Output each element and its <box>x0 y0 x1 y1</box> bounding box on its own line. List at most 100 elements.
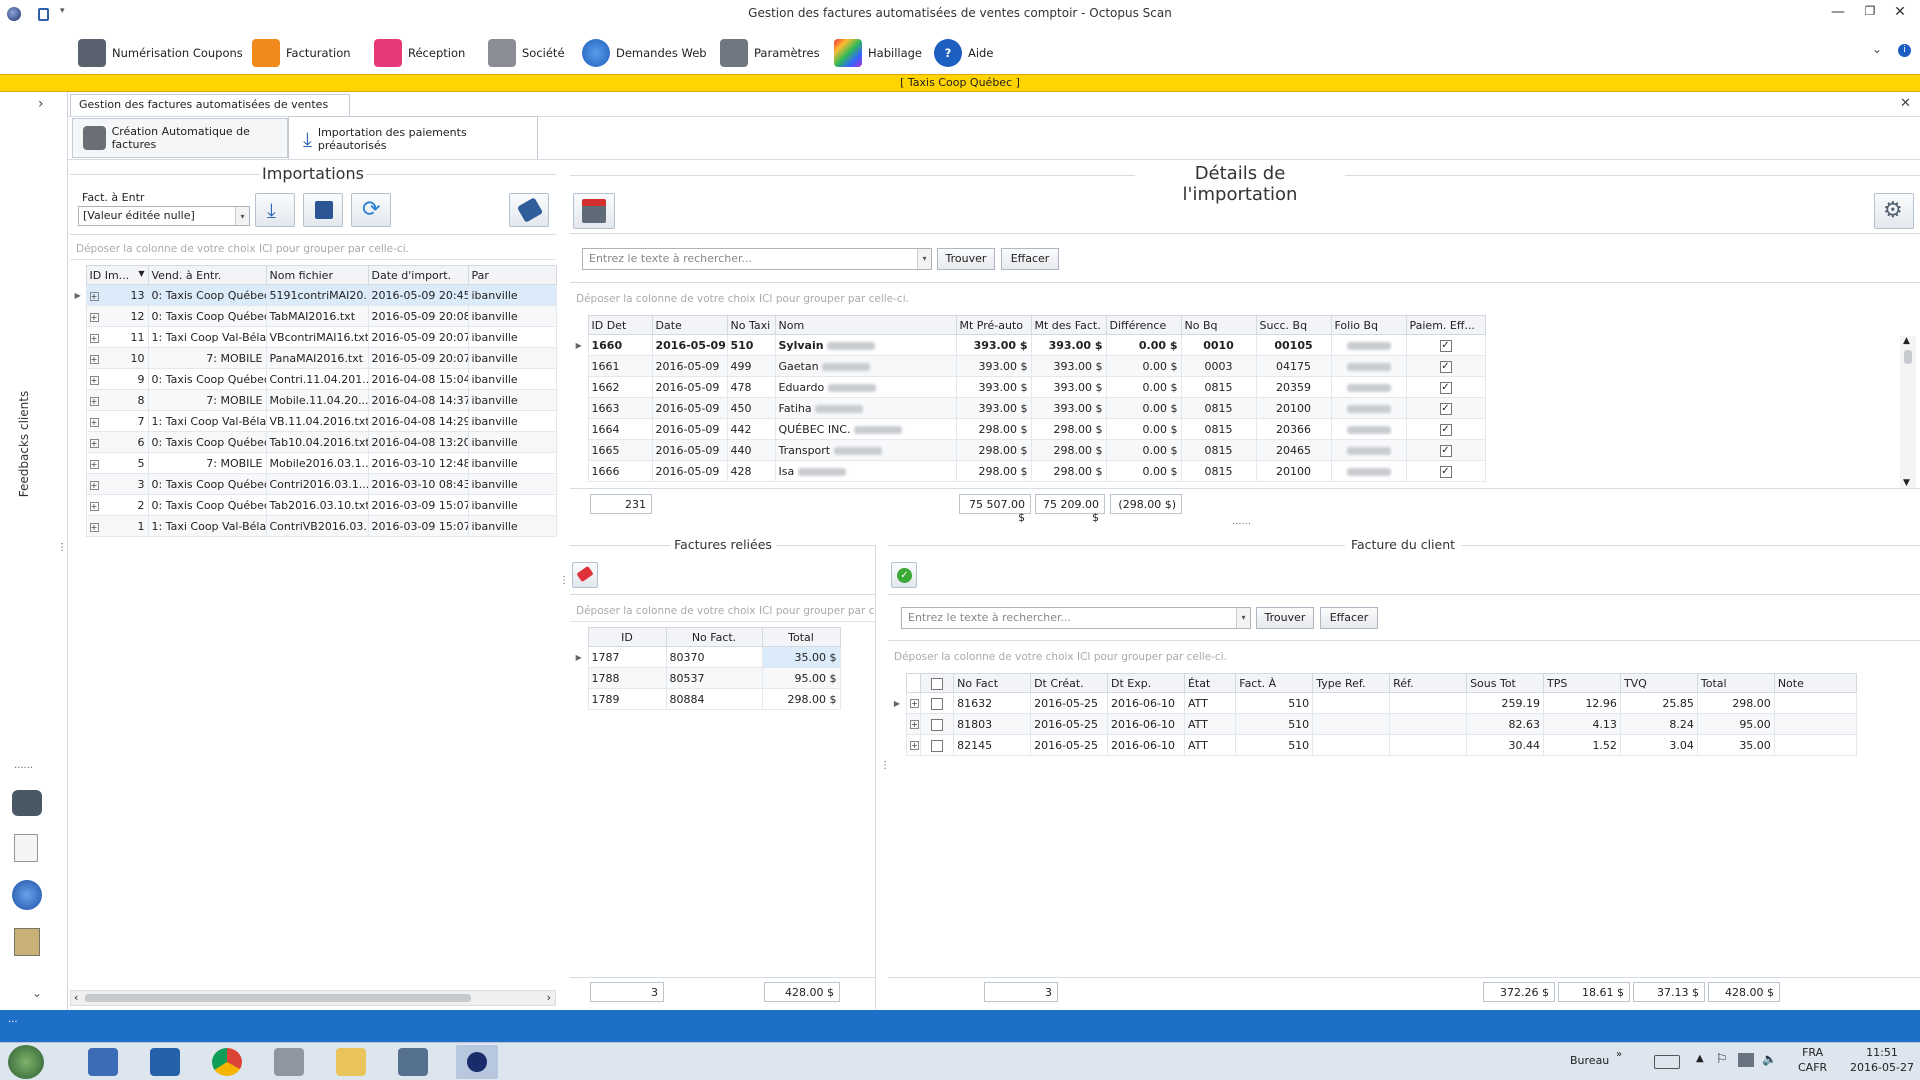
details-clear-button[interactable]: Effacer <box>1001 248 1059 270</box>
server-manager-icon[interactable] <box>88 1048 118 1076</box>
col-sous-tot[interactable]: Sous Tot <box>1466 673 1544 693</box>
facture-client-grid[interactable]: No Fact Dt Créat. Dt Exp. État Fact. À T… <box>888 673 1858 756</box>
horizontal-splitter-grip[interactable]: ...... <box>1232 516 1251 527</box>
col-total[interactable]: Total <box>1696 673 1775 693</box>
col-total[interactable]: Total <box>761 627 841 647</box>
expand-row-icon[interactable]: + <box>89 480 99 490</box>
col-vend-entr[interactable]: Vend. à Entr. <box>147 265 267 285</box>
col-mt-pre-auto[interactable]: Mt Pré-auto <box>955 315 1032 335</box>
language-indicator[interactable]: FRA CAFR <box>1798 1045 1827 1075</box>
expand-row-icon[interactable]: + <box>89 354 99 364</box>
menu-reception[interactable]: Réception <box>374 36 465 70</box>
tools-app-icon[interactable] <box>274 1048 304 1076</box>
chevron-down-icon[interactable]: ▾ <box>1236 608 1250 628</box>
col-no-bq[interactable]: No Bq <box>1180 315 1257 335</box>
restore-button[interactable]: ❐ <box>1856 4 1884 24</box>
tab-creation-automatique[interactable]: Création Automatique de factures <box>72 118 288 158</box>
table-row[interactable]: +6 0: Taxis Coop Québec Tab10.04.2016.tx… <box>70 431 557 453</box>
network-icon[interactable] <box>1738 1053 1754 1067</box>
info-icon[interactable]: i <box>1898 44 1911 57</box>
row-checkbox[interactable] <box>931 697 944 710</box>
col-note[interactable]: Note <box>1773 673 1858 693</box>
expand-row-icon[interactable]: + <box>89 522 99 532</box>
table-row[interactable]: 1662 2016-05-09 478 Eduardo 393.00 $ 393… <box>570 376 1486 398</box>
flag-icon[interactable]: ⚐ <box>1716 1052 1728 1067</box>
keyboard-icon[interactable] <box>1654 1055 1680 1069</box>
splitter-grip[interactable]: ...... <box>14 760 33 771</box>
importations-hscrollbar[interactable]: ‹ › <box>70 990 556 1006</box>
menu-societe[interactable]: Société <box>488 36 565 70</box>
col-nom[interactable]: Nom <box>774 315 957 335</box>
paiement-checkbox[interactable]: ✓ <box>1439 339 1452 352</box>
tab-importation-paiements[interactable]: ⤓ Importation des paiements préautorisés <box>288 116 538 160</box>
table-row[interactable]: 1665 2016-05-09 440 Transport 298.00 $ 2… <box>570 439 1486 461</box>
table-row[interactable]: +12 0: Taxis Coop Québec TabMAI2016.txt … <box>70 305 557 327</box>
toolbar-expand-icon[interactable]: » <box>1616 1049 1622 1060</box>
expand-row-icon[interactable]: + <box>89 312 99 322</box>
col-id[interactable]: ID <box>587 627 667 647</box>
expand-row-icon[interactable]: + <box>909 720 919 729</box>
expand-row-icon[interactable]: + <box>89 417 99 427</box>
col-tvq[interactable]: TVQ <box>1619 673 1698 693</box>
file-explorer-icon[interactable] <box>336 1048 366 1076</box>
refresh-button[interactable]: ⟳ <box>351 193 391 227</box>
fact-entr-select[interactable]: [Valeur éditée nulle] ▾ <box>78 206 250 226</box>
expand-row-icon[interactable]: + <box>89 396 99 406</box>
vertical-splitter-grip[interactable]: ⋯ <box>558 575 569 585</box>
paiement-checkbox[interactable]: ✓ <box>1439 465 1452 478</box>
expand-sidebar-icon[interactable]: › <box>38 96 44 112</box>
expand-row-icon[interactable]: + <box>89 438 99 448</box>
table-row[interactable]: 1661 2016-05-09 499 Gaetan 393.00 $ 393.… <box>570 355 1486 377</box>
expand-row-icon[interactable]: + <box>909 741 919 750</box>
col-tps[interactable]: TPS <box>1543 673 1621 693</box>
close-document-icon[interactable]: ✕ <box>1900 96 1911 111</box>
scroll-thumb[interactable] <box>85 994 471 1002</box>
menu-numerisation-coupons[interactable]: Numérisation Coupons <box>78 36 243 70</box>
scroll-up-icon[interactable]: ▲ <box>1903 336 1910 346</box>
checklist-icon[interactable] <box>14 834 38 862</box>
table-row[interactable]: +8 7: MOBILE Mobile.11.04.20... 2016-04-… <box>70 389 557 411</box>
paiement-checkbox[interactable]: ✓ <box>1439 360 1452 373</box>
vertical-splitter-grip-2[interactable]: ⋯ <box>879 760 890 770</box>
table-row[interactable]: +9 0: Taxis Coop Québec Contri.11.04.201… <box>70 368 557 390</box>
powershell-icon[interactable] <box>150 1048 180 1076</box>
expand-row-icon[interactable]: + <box>89 501 99 511</box>
expand-row-icon[interactable]: + <box>89 333 99 343</box>
tray-expand-icon[interactable]: ▲ <box>1696 1053 1704 1064</box>
col-id-import[interactable]: ID Im... ▼ <box>85 265 149 285</box>
col-paiem-eff[interactable]: Paiem. Eff... <box>1405 315 1486 335</box>
desktop-label[interactable]: Bureau <box>1570 1054 1609 1067</box>
binoculars-icon[interactable] <box>12 790 42 816</box>
col-folio-bq[interactable]: Folio Bq <box>1330 315 1407 335</box>
menu-parametres[interactable]: Paramètres <box>720 36 820 70</box>
paiement-checkbox[interactable]: ✓ <box>1439 423 1452 436</box>
col-id-det[interactable]: ID Det <box>587 315 653 335</box>
col-mt-fact[interactable]: Mt des Fact. <box>1030 315 1107 335</box>
table-row[interactable]: +10 7: MOBILE PanaMAI2016.txt 2016-05-09… <box>70 347 557 369</box>
document-tab[interactable]: Gestion des factures automatisées de ven… <box>70 94 350 131</box>
col-date-import[interactable]: Date d'import. <box>367 265 469 285</box>
table-row[interactable]: +2 0: Taxis Coop Québec Tab2016.03.10.tx… <box>70 494 557 516</box>
settings-button[interactable]: ⚙ <box>1874 193 1914 229</box>
table-row[interactable]: 1788 80537 95.00 $ <box>570 667 841 689</box>
col-dt-creat[interactable]: Dt Créat. <box>1030 673 1109 693</box>
table-row[interactable]: 1664 2016-05-09 442 QUÉBEC INC. 298.00 $… <box>570 418 1486 440</box>
chevron-down-icon[interactable]: ▾ <box>917 249 931 269</box>
expand-row-icon[interactable]: + <box>909 699 919 708</box>
factures-reliees-grid[interactable]: ID No Fact. Total ▶ 1787 80370 35.00 $ 1… <box>570 627 841 710</box>
details-find-button[interactable]: Trouver <box>937 248 995 270</box>
globe-nav-icon[interactable] <box>12 880 42 910</box>
scroll-thumb[interactable] <box>1904 350 1912 364</box>
col-difference[interactable]: Différence <box>1105 315 1182 335</box>
menu-habillage[interactable]: Habillage <box>834 36 922 70</box>
table-row[interactable]: ▶ 1660 2016-05-09 510 Sylvain 393.00 $ 3… <box>570 334 1486 356</box>
col-par[interactable]: Par <box>467 265 557 285</box>
row-checkbox[interactable] <box>931 718 944 731</box>
expand-row-icon[interactable]: + <box>89 291 99 301</box>
scroll-right-icon[interactable]: › <box>547 991 551 1004</box>
start-button-icon[interactable] <box>8 1045 44 1079</box>
facture-client-find-button[interactable]: Trouver <box>1256 607 1314 629</box>
table-row[interactable]: 1666 2016-05-09 428 Isa 298.00 $ 298.00 … <box>570 460 1486 482</box>
unlink-invoice-button[interactable] <box>572 562 598 588</box>
scroll-down-icon[interactable]: ⌄ <box>32 986 42 1000</box>
